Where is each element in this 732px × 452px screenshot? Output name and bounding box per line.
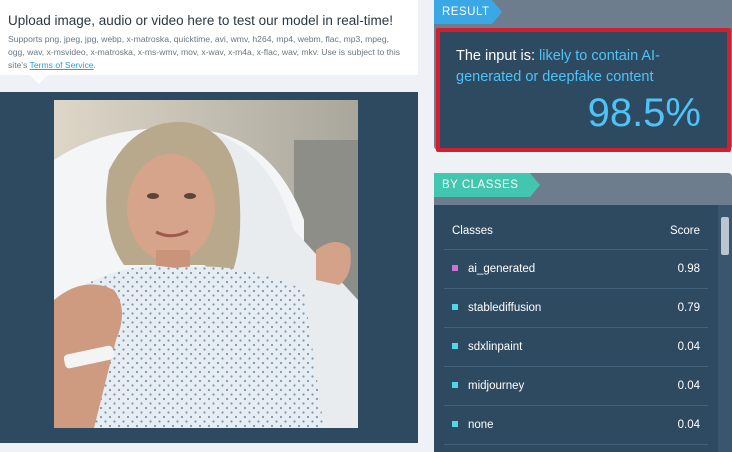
scrollbar-thumb[interactable] <box>721 217 729 255</box>
class-score: 0.79 <box>627 288 708 328</box>
result-percentage: 98.5% <box>587 91 701 135</box>
class-color-swatch <box>452 342 458 349</box>
class-name: midjourney <box>468 380 525 392</box>
class-name-cell: sdxlinpaint <box>444 327 628 367</box>
class-color-swatch <box>452 381 458 388</box>
class-name-cell: stablediffusion <box>444 288 628 328</box>
table-row: stablediffusion 0.79 <box>444 288 708 328</box>
classes-list-box[interactable]: Classes Score ai_generated 0.98 stabledi… <box>434 205 718 452</box>
score-column-header: Score <box>627 213 708 250</box>
table-row: none 0.04 <box>444 405 708 445</box>
table-row: sdxlinpaint 0.04 <box>444 327 708 367</box>
classes-table: Classes Score ai_generated 0.98 stabledi… <box>444 213 708 445</box>
terms-suffix: . <box>93 60 96 70</box>
class-name: stablediffusion <box>468 302 542 314</box>
result-card: RESULT The input is: likely to contain A… <box>434 0 732 152</box>
classes-table-header: Classes Score <box>444 213 708 250</box>
class-score: 0.04 <box>627 327 708 367</box>
class-name-cell: none <box>444 405 628 445</box>
upload-title: Upload image, audio or video here to tes… <box>8 13 393 28</box>
classes-tag: BY CLASSES <box>434 173 540 197</box>
class-name: sdxlinpaint <box>468 341 523 353</box>
class-color-swatch <box>452 264 458 271</box>
table-row: ai_generated 0.98 <box>444 249 708 289</box>
class-color-swatch <box>452 303 458 310</box>
class-name-cell: ai_generated <box>444 249 628 289</box>
uploaded-image <box>54 100 358 428</box>
supported-formats-note: Supports png, jpeg, jpg, webp, x-matrosk… <box>8 33 408 72</box>
class-score: 0.98 <box>627 249 708 289</box>
class-score: 0.04 <box>627 366 708 406</box>
result-box: The input is: likely to contain AI-gener… <box>436 28 731 152</box>
class-score: 0.04 <box>627 405 708 445</box>
class-color-swatch <box>452 420 458 427</box>
classes-column-header: Classes <box>444 213 628 250</box>
uploaded-media-panel[interactable] <box>0 92 418 443</box>
classes-scrollbar[interactable] <box>718 205 732 452</box>
class-name-cell: midjourney <box>444 366 628 406</box>
classes-card: BY CLASSES Classes Score ai_generated 0.… <box>434 173 732 452</box>
class-name: none <box>468 419 494 431</box>
terms-of-service-link[interactable]: Terms of Service <box>30 60 94 70</box>
table-row: midjourney 0.04 <box>444 366 708 406</box>
result-verdict-line: The input is: likely to contain AI-gener… <box>456 46 721 88</box>
upload-card: Upload image, audio or video here to tes… <box>0 0 418 84</box>
card-pointer <box>30 75 48 84</box>
result-prefix: The input is: <box>456 48 540 64</box>
result-tag: RESULT <box>434 0 502 24</box>
class-name: ai_generated <box>468 263 536 275</box>
